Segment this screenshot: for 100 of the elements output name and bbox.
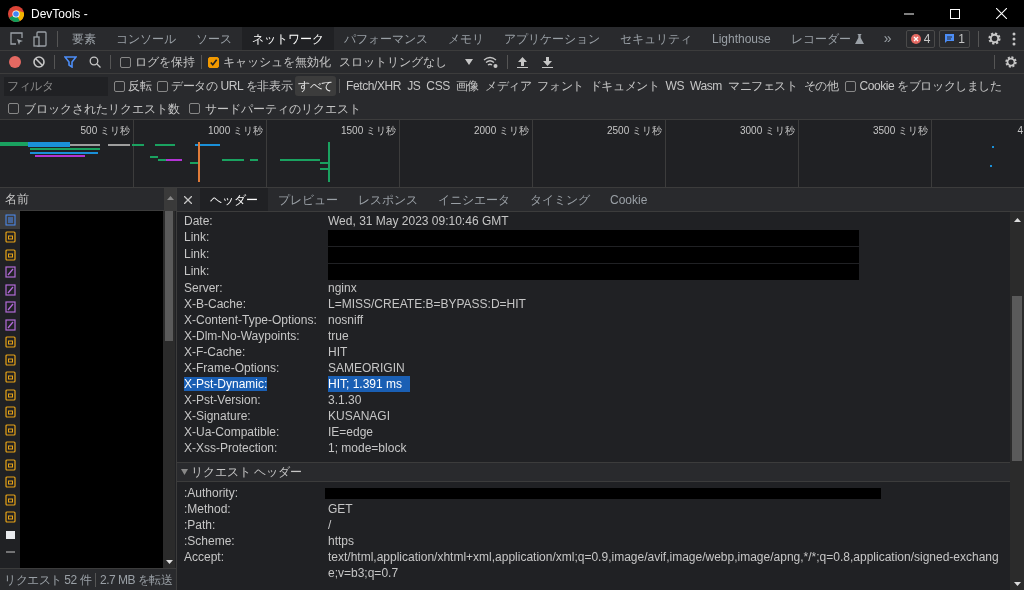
scroll-up-icon[interactable] [1013,218,1021,222]
close-icon[interactable] [184,195,192,204]
time-tick-label: 500 ミリ秒 [80,124,130,138]
document-icon [4,213,16,226]
throttling-dropdown[interactable]: スロットリングなし [339,53,473,71]
header-value: GET [328,501,354,517]
message-count-badge[interactable]: 1 [939,29,970,48]
inspect-icon[interactable] [10,31,24,46]
disable-cache-checkbox[interactable]: キャッシュを無効化 [208,53,331,71]
resource-type-filter[interactable]: Fetch/XHR [343,76,405,96]
header-name: X-Dlm-No-Waypoints: [184,329,300,343]
scroll-down-icon[interactable] [165,560,173,564]
search-icon[interactable] [89,56,101,68]
header-value: L=MISS/CREATE:B=BYPASS:D=HIT [328,296,527,312]
third-party-checkbox[interactable]: サードパーティのリクエスト [189,99,361,118]
resource-type-filter[interactable]: メディア [482,76,535,96]
detail-tab[interactable]: ヘッダー [200,188,268,211]
record-button[interactable] [9,56,21,68]
detail-tab[interactable]: プレビュー [268,188,348,211]
header-name: :Authority: [184,486,239,500]
panel-tab[interactable]: Lighthouse [702,27,781,50]
time-tick-label: 3500 ミリ秒 [872,124,928,138]
maximize-icon [950,8,960,19]
scrollbar-thumb[interactable] [165,211,173,341]
download-icon[interactable] [542,56,553,68]
detail-tab[interactable]: Cookie [600,188,658,211]
request-count: リクエスト 52 件 [4,571,91,589]
panel-tab[interactable]: 要素 [62,27,106,50]
scroll-down-icon[interactable] [1013,582,1021,586]
resource-type-filter[interactable]: JS [404,76,424,96]
caret-icon [465,59,473,65]
time-tick-label: 1000 ミリ秒 [207,124,263,138]
panel-tab[interactable]: アプリケーション [494,27,610,50]
detail-tab[interactable]: レスポンス [348,188,428,211]
blocked-requests-checkbox[interactable]: ブロックされたリクエスト数 [8,99,180,118]
resource-type-filter[interactable]: ドキュメント [586,76,663,96]
header-name: X-Pst-Dynamic: [184,377,268,391]
resource-type-filter[interactable]: 画像 [452,76,483,96]
error-count-badge[interactable]: 4 [905,29,936,48]
device-toolbar-icon[interactable] [33,30,47,47]
script-file-icon [4,406,16,419]
hide-data-urls-checkbox[interactable]: データの URL を非表示 [157,77,293,95]
filter-icon[interactable] [64,56,77,68]
header-name: :Scheme: [184,534,235,548]
settings-icon[interactable] [987,31,1002,46]
header-value: text/html,application/xhtml+xml,application/xml;q=0.9,image/avif,image/webp,image/apng,*/*;q=0.8,application/signed-exchange;v=b3;q=0.7 [328,549,1000,581]
clear-icon[interactable] [33,56,45,68]
invert-checkbox[interactable]: 反転 [114,77,152,95]
window-title: DevTools - [31,5,88,23]
header-name: Link: [184,230,210,244]
resource-type-filter[interactable]: CSS [423,76,453,96]
header-value: HIT [328,344,349,360]
stylesheet-file-icon [4,301,16,314]
header-name: Link: [184,264,210,278]
header-name: :Path: [184,518,216,532]
upload-icon[interactable] [517,56,528,68]
section-title: リクエスト ヘッダー [191,464,303,481]
resource-type-filter[interactable]: マニフェスト [724,76,801,96]
time-tick-label: 1500 ミリ秒 [340,124,396,138]
header-name: Server: [184,281,223,295]
detail-tab[interactable]: タイミング [520,188,600,211]
header-value: Wed, 31 May 2023 09:10:46 GMT [328,213,510,229]
panel-tab[interactable]: パフォーマンス [334,27,438,50]
chrome-logo-icon [8,5,24,22]
stylesheet-file-icon [4,266,16,279]
settings-icon[interactable] [1004,55,1018,69]
section-header[interactable]: リクエスト ヘッダー [177,462,1010,482]
header-value: nginx [328,280,358,296]
script-file-icon [4,248,16,261]
more-options-icon[interactable] [1012,31,1016,46]
filter-field[interactable]: フィルタ [4,76,108,96]
panel-tab[interactable]: レコーダー [780,27,874,50]
resource-type-filter[interactable]: その他 [800,76,842,96]
header-value: true [328,328,350,344]
script-file-icon [4,458,16,471]
network-conditions-icon[interactable] [483,56,498,68]
time-tick-label: 2000 ミリ秒 [473,124,529,138]
image-file-icon [4,528,16,541]
resource-type-filter[interactable]: すべて [295,76,337,96]
blocked-cookies-checkbox[interactable]: Cookie をブロックしました [845,77,1002,95]
header-value: 1; mode=block [328,440,408,456]
transferred-size: 2.7 MB を転送 [100,571,173,589]
resource-type-filter[interactable]: Wasm [687,76,725,96]
panel-tab[interactable]: ネットワーク [242,27,334,50]
header-name: X-F-Cache: [184,345,246,359]
resource-type-filter[interactable]: WS [662,76,687,96]
resource-type-filter[interactable]: フォント [534,76,587,96]
header-name: Date: [184,214,213,228]
more-tabs-button[interactable]: » [873,27,902,50]
detail-tab[interactable]: イニシエータ [428,188,520,211]
panel-tab[interactable]: メモリ [438,27,494,50]
header-name: X-Frame-Options: [184,361,280,375]
scrollbar-thumb[interactable] [1012,296,1022,461]
time-tick-label: 2500 ミリ秒 [606,124,662,138]
panel-tab[interactable]: ソース [186,27,242,50]
header-value: https [328,533,355,549]
panel-tab[interactable]: セキュリティ [610,27,702,50]
header-name: Link: [184,247,210,261]
preserve-log-checkbox[interactable]: ログを保持 [120,53,195,71]
panel-tab[interactable]: コンソール [106,27,186,50]
